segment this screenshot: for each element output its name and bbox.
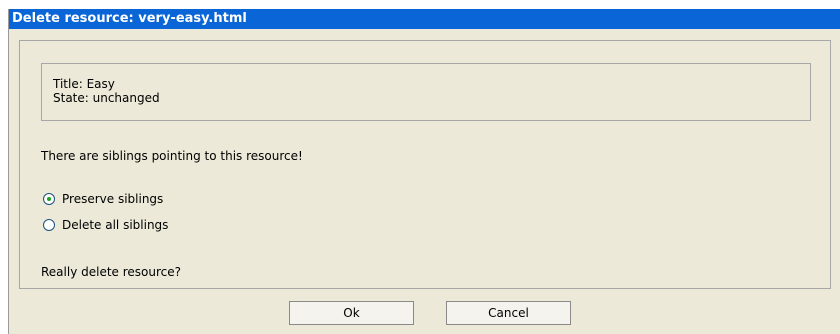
siblings-message: There are siblings pointing to this reso… xyxy=(41,149,303,163)
delete-all-siblings-radio[interactable] xyxy=(43,219,55,231)
confirm-question: Really delete resource? xyxy=(41,265,182,279)
delete-resource-dialog: Delete resource: very-easy.html Title: E… xyxy=(8,9,840,334)
dialog-title: Delete resource: very-easy.html xyxy=(9,9,840,29)
delete-all-siblings-option[interactable]: Delete all siblings xyxy=(43,217,168,233)
preserve-siblings-option[interactable]: Preserve siblings xyxy=(43,191,163,207)
resource-state: State: unchanged xyxy=(53,91,160,105)
content-panel: Title: Easy State: unchanged There are s… xyxy=(19,40,831,289)
delete-all-siblings-label[interactable]: Delete all siblings xyxy=(62,218,168,232)
preserve-siblings-radio[interactable] xyxy=(43,193,55,205)
ok-button[interactable]: Ok xyxy=(289,301,414,325)
preserve-siblings-label[interactable]: Preserve siblings xyxy=(62,192,163,206)
resource-info-box: Title: Easy State: unchanged xyxy=(41,63,811,121)
cancel-button[interactable]: Cancel xyxy=(446,301,571,325)
resource-title: Title: Easy xyxy=(53,77,115,91)
